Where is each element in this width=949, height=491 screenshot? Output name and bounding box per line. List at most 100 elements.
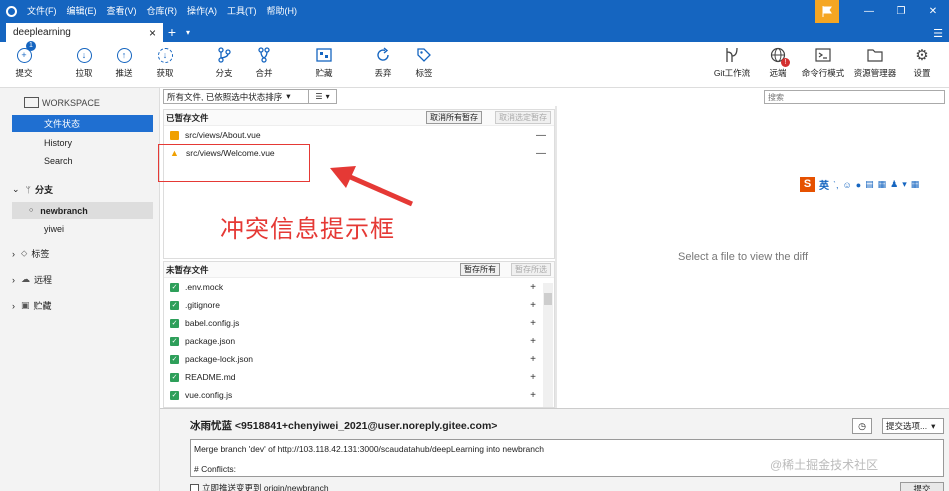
checkbox-unchecked-icon[interactable] (190, 483, 199, 491)
menu-file[interactable]: 文件(F) (22, 0, 62, 23)
unstaged-file-row[interactable]: ✓ README.md + (164, 368, 554, 386)
scrollbar-thumb[interactable] (544, 293, 552, 305)
push-now-checkbox[interactable]: 立即推送变更到 origin/newbranch (190, 482, 329, 491)
fetch-button[interactable]: ↓ 获取 (147, 46, 183, 79)
staged-file-row[interactable]: src/views/About.vue — (164, 126, 554, 144)
close-window-icon[interactable]: ✕ (917, 0, 949, 23)
menu-view[interactable]: 查看(V) (102, 0, 142, 23)
tab-deeplearning[interactable]: deeplearning × (6, 23, 163, 42)
checkbox-checked-icon[interactable]: ✓ (170, 372, 179, 382)
skin-icon[interactable]: ▦ (878, 179, 887, 190)
terminal-button[interactable]: 命令行模式 (800, 46, 846, 79)
workspace-header[interactable]: WORKSPACE (0, 94, 160, 111)
stage-file-plus-icon[interactable]: + (530, 372, 536, 383)
minimize-icon[interactable]: — (853, 0, 885, 23)
sidebar-branch-item[interactable]: yiwei (0, 220, 160, 237)
unstage-selected-button[interactable]: 取消选定暂存 (495, 111, 551, 124)
stash-button[interactable]: 贮藏 (306, 46, 342, 79)
menu-edit[interactable]: 编辑(E) (62, 0, 102, 23)
stage-file-plus-icon[interactable]: + (530, 390, 536, 401)
menu-repository[interactable]: 仓库(R) (142, 0, 183, 23)
main-toolbar: +1 提交 ↓ 拉取 ↑ 推送 ↓ 获取 分支 合并 贮藏 丢弃 标签 Git工… (0, 41, 949, 88)
ime-mode[interactable]: 英 (819, 177, 829, 192)
notification-flag-icon[interactable] (815, 0, 839, 23)
unstaged-file-row[interactable]: ✓ vue.config.js + (164, 386, 554, 404)
microphone-icon[interactable]: ● (856, 180, 861, 190)
menu-actions[interactable]: 操作(A) (182, 0, 222, 23)
checkbox-checked-icon[interactable]: ✓ (170, 318, 179, 328)
merge-button[interactable]: 合并 (246, 46, 282, 79)
sidebar-item-history[interactable]: History (0, 134, 160, 151)
stage-all-button[interactable]: 暂存所有 (460, 263, 500, 276)
shirt-icon[interactable]: ▾ (902, 179, 907, 190)
stage-file-plus-icon[interactable]: + (530, 282, 536, 293)
commit-count-badge: 1 (26, 41, 36, 51)
sidebar-item-search[interactable]: Search (0, 152, 160, 169)
fetch-icon: ↓ (157, 47, 173, 63)
search-input[interactable] (764, 90, 945, 104)
branch-button[interactable]: 分支 (206, 46, 242, 79)
close-tab-icon[interactable]: × (149, 26, 156, 40)
checkbox-checked-icon[interactable]: ✓ (170, 390, 179, 400)
submit-commit-button[interactable]: 提交 (900, 482, 944, 491)
unstage-all-button[interactable]: 取消所有暂存 (426, 111, 482, 124)
staged-header: 已暂存文件 取消所有暂存 取消选定暂存 (164, 110, 554, 126)
unstaged-file-row[interactable]: ✓ .gitignore + (164, 296, 554, 314)
add-tab-icon[interactable]: + (163, 23, 181, 42)
remote-button[interactable]: ! 远端 (760, 46, 796, 79)
sidebar-item-file-status[interactable]: 文件状态 (12, 115, 153, 132)
discard-button[interactable]: 丢弃 (365, 46, 401, 79)
checkbox-checked-icon[interactable]: ✓ (170, 282, 179, 292)
stage-file-plus-icon[interactable]: + (530, 354, 536, 365)
stage-file-plus-icon[interactable]: + (530, 300, 536, 311)
sidebar-section-remotes[interactable]: › ☁ 远程 (0, 271, 160, 288)
user-icon[interactable]: ♟ (890, 179, 898, 190)
tab-dropdown-icon[interactable]: ▾ (181, 23, 195, 42)
unstaged-header: 未暂存文件 暂存所有 暂存所选 (164, 262, 554, 278)
checkbox-checked-icon[interactable]: ✓ (170, 336, 179, 346)
stage-file-plus-icon[interactable]: + (530, 336, 536, 347)
chevron-right-icon: › (12, 274, 15, 285)
tag-button[interactable]: 标签 (406, 46, 442, 79)
unstaged-file-row[interactable]: ✓ package-lock.json + (164, 350, 554, 368)
unstaged-scrollbar[interactable] (543, 283, 553, 407)
checkbox-checked-icon[interactable]: ✓ (170, 300, 179, 310)
pull-button[interactable]: ↓ 拉取 (66, 46, 102, 79)
history-clock-icon[interactable]: ◷ (852, 418, 872, 434)
monitor-icon (24, 97, 39, 108)
stage-file-plus-icon[interactable]: + (530, 318, 536, 329)
diff-empty-message: Select a file to view the diff (678, 251, 809, 263)
gitflow-button[interactable]: Git工作流 (710, 46, 754, 79)
panel-splitter[interactable] (555, 106, 557, 408)
unstaged-file-row[interactable]: ✓ .env.mock + (164, 278, 554, 296)
view-mode-button[interactable]: ☰ ▾ (308, 89, 337, 104)
keyboard-icon[interactable]: ▤ (865, 179, 874, 190)
unstage-file-icon[interactable]: — (536, 130, 546, 141)
hamburger-menu-icon[interactable]: ☰ (933, 27, 943, 40)
unstage-file-icon[interactable]: — (536, 148, 546, 159)
explorer-button[interactable]: 资源管理器 (852, 46, 898, 79)
emoji-icon[interactable]: ☺ (843, 180, 852, 190)
unstaged-file-row[interactable]: ✓ package.json + (164, 332, 554, 350)
commit-options-button[interactable]: 提交选项... ▾ (882, 418, 944, 434)
push-button[interactable]: ↑ 推送 (106, 46, 142, 79)
settings-button[interactable]: ⚙ 设置 (904, 46, 940, 79)
sogou-ime-icon[interactable]: S (800, 177, 815, 192)
unstaged-file-row[interactable]: ✓ babel.config.js + (164, 314, 554, 332)
punctuation-icon[interactable]: ˋ, (833, 180, 839, 190)
sidebar-section-stashes[interactable]: › ▣ 贮藏 (0, 297, 160, 314)
commit-button[interactable]: +1 提交 (6, 41, 42, 79)
toolbox-icon[interactable]: ▦ (911, 179, 920, 190)
sidebar-branch-current[interactable]: ○ newbranch (12, 202, 153, 219)
commit-author: 冰雨忧蓝 <9518841+chenyiwei_2021@user.norepl… (190, 420, 498, 432)
restore-icon[interactable]: ❐ (885, 0, 917, 23)
sidebar-section-branches[interactable]: ⌄ ᛘ 分支 (0, 181, 160, 198)
menu-tools[interactable]: 工具(T) (222, 0, 262, 23)
checkbox-checked-icon[interactable]: ✓ (170, 354, 179, 364)
conflict-highlight-box (158, 144, 310, 182)
sidebar-section-tags[interactable]: › ⬦ 标签 (0, 245, 160, 262)
commit-area: 冰雨忧蓝 <9518841+chenyiwei_2021@user.norepl… (160, 408, 949, 491)
chevron-down-icon: ▾ (325, 92, 330, 101)
stage-selected-button[interactable]: 暂存所选 (511, 263, 551, 276)
menu-help[interactable]: 帮助(H) (262, 0, 303, 23)
